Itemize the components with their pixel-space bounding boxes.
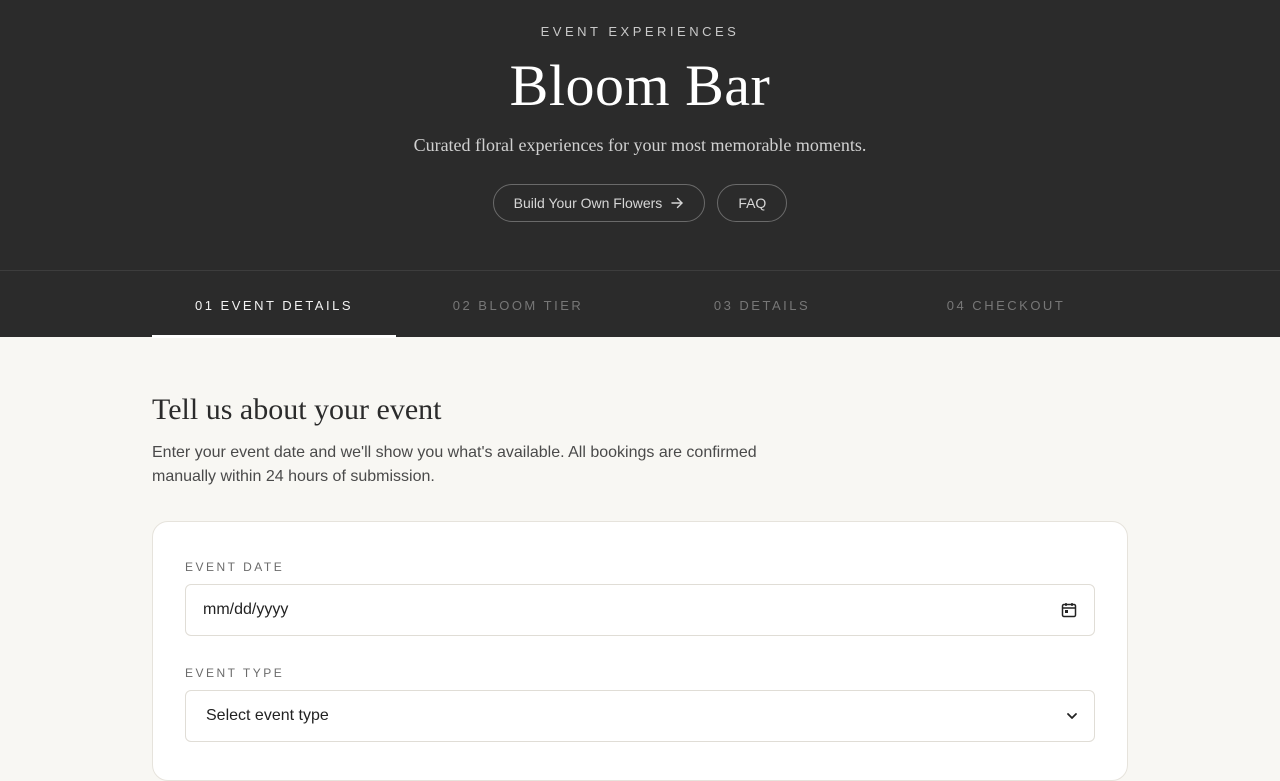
tab-checkout[interactable]: 04 CHECKOUT — [884, 271, 1128, 337]
tab-event-details[interactable]: 01 EVENT DETAILS — [152, 271, 396, 338]
chevron-down-icon — [1067, 713, 1077, 719]
faq-button-label: FAQ — [738, 195, 767, 211]
event-date-label: EVENT DATE — [185, 560, 285, 574]
event-type-value: Select event type — [206, 707, 329, 724]
main-content: Tell us about your event Enter your even… — [152, 337, 1128, 781]
step-navigation: 01 EVENT DETAILS 02 BLOOM TIER 03 DETAIL… — [0, 270, 1280, 338]
hero-actions: Build Your Own Flowers FAQ — [0, 184, 1280, 222]
event-date-placeholder: mm/dd/yyyy — [203, 601, 289, 618]
hero-tagline: Curated floral experiences for your most… — [413, 135, 867, 155]
hero-header: EVENT EXPERIENCES Bloom Bar Curated flor… — [0, 0, 1280, 270]
event-date-input[interactable]: mm/dd/yyyy — [185, 584, 1095, 636]
faq-button[interactable]: FAQ — [717, 184, 788, 222]
page-title: Bloom Bar — [509, 53, 771, 118]
arrow-right-icon — [671, 197, 684, 209]
event-type-select[interactable]: Select event type — [185, 690, 1095, 742]
tab-details[interactable]: 03 DETAILS — [640, 271, 884, 337]
hero-eyebrow: EVENT EXPERIENCES — [540, 24, 740, 39]
section-title: Tell us about your event — [152, 393, 442, 426]
build-button-label: Build Your Own Flowers — [513, 195, 663, 211]
step-tabs: 01 EVENT DETAILS 02 BLOOM TIER 03 DETAIL… — [152, 271, 1128, 338]
event-form-card: EVENT DATE mm/dd/yyyy EVENT TYPE Select … — [152, 521, 1128, 781]
build-your-own-flowers-button[interactable]: Build Your Own Flowers — [492, 184, 706, 222]
section-description: Enter your event date and we'll show you… — [152, 444, 757, 485]
event-type-label: EVENT TYPE — [185, 666, 285, 680]
tab-bloom-tier[interactable]: 02 BLOOM TIER — [396, 271, 640, 337]
calendar-icon[interactable] — [1060, 601, 1078, 619]
